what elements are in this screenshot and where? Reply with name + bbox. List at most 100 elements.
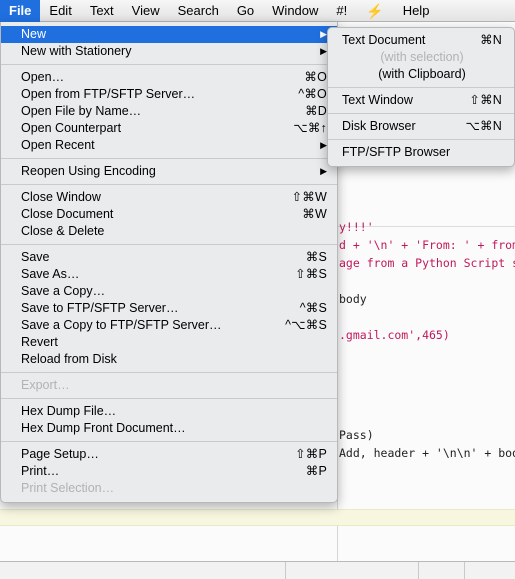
menu-item-shortcut: ⇧⌘N xyxy=(469,93,502,107)
code-line: age from a Python Script s xyxy=(339,256,515,270)
status-cell-encoding[interactable] xyxy=(286,562,419,579)
menu-item-label: New with Stationery xyxy=(21,44,132,58)
menu-item-label: Export… xyxy=(21,378,70,392)
menu-item-label: Close Document xyxy=(21,207,114,221)
menu-item-label: Hex Dump File… xyxy=(21,404,117,418)
menu-item-page-setup[interactable]: Page Setup… ⇧⌘P xyxy=(1,446,337,463)
menu-item-revert[interactable]: Revert xyxy=(1,334,337,351)
menu-separator xyxy=(1,158,337,159)
menu-item-open-counterpart[interactable]: Open Counterpart ⌥⌘↑ xyxy=(1,120,337,137)
menu-separator xyxy=(328,87,514,88)
menu-item-label: Open… xyxy=(21,70,65,84)
menu-item-shortcut: ^⌥⌘S xyxy=(285,318,327,332)
menu-item-label: New xyxy=(21,27,47,41)
menu-item-text-window[interactable]: Text Window ⇧⌘N xyxy=(328,92,514,109)
menu-item-save-as[interactable]: Save As… ⇧⌘S xyxy=(1,266,337,283)
menu-item-text-document[interactable]: Text Document ⌘N xyxy=(328,32,514,49)
menu-item-label: Reload from Disk xyxy=(21,352,117,366)
menu-separator xyxy=(1,398,337,399)
menu-item-hex-dump-file[interactable]: Hex Dump File… xyxy=(1,403,337,420)
menubar-item-go[interactable]: Go xyxy=(228,0,263,22)
menu-separator xyxy=(1,372,337,373)
menu-item-disk-browser[interactable]: Disk Browser ⌥⌘N xyxy=(328,118,514,135)
menubar-item-help[interactable]: Help xyxy=(394,0,439,22)
menu-item-close-delete[interactable]: Close & Delete xyxy=(1,223,337,240)
menu-item-reopen-using-encoding[interactable]: Reopen Using Encoding ▶ xyxy=(1,163,337,180)
menu-item-label: Close & Delete xyxy=(21,224,105,238)
menu-item-save[interactable]: Save ⌘S xyxy=(1,249,337,266)
menu-item-new-with-stationery[interactable]: New with Stationery ▶ xyxy=(1,43,337,60)
menu-item-label: Save xyxy=(21,250,50,264)
file-menu-dropdown[interactable]: New ▶ New with Stationery ▶ Open… ⌘O Open from… xyxy=(0,22,338,503)
menu-item-label: Open File by Name… xyxy=(21,104,142,118)
menu-item-with-clipboard[interactable]: (with Clipboard) xyxy=(328,66,514,83)
menu-separator xyxy=(328,113,514,114)
menu-item-label: Close Window xyxy=(21,190,101,204)
menu-item-print[interactable]: Print… ⌘P xyxy=(1,463,337,480)
status-cell-options[interactable] xyxy=(465,562,490,579)
menu-item-save-to-ftp-sftp-server[interactable]: Save to FTP/SFTP Server… ^⌘S xyxy=(1,300,337,317)
menu-item-shortcut: ⌘O xyxy=(304,70,327,84)
menu-item-close-window[interactable]: Close Window ⇧⌘W xyxy=(1,189,337,206)
menubar-item-view[interactable]: View xyxy=(123,0,169,22)
menu-item-label: Print… xyxy=(21,464,60,478)
menu-item-print-selection: Print Selection… xyxy=(1,480,337,497)
menubar-item--[interactable]: #! xyxy=(327,0,356,22)
code-line: Pass) xyxy=(339,428,374,442)
menubar-item-text[interactable]: Text xyxy=(81,0,123,22)
code-line: Add, header + '\n\n' + bod xyxy=(339,446,515,460)
new-submenu-dropdown[interactable]: Text Document ⌘N (with selection) (with Cli… xyxy=(327,27,515,167)
app-window: y!!!' d + '\n' + 'From: ' + from age from … xyxy=(0,0,515,579)
code-line: body xyxy=(339,292,367,306)
menu-item-label: Reopen Using Encoding xyxy=(21,164,156,178)
menu-item-save-a-copy-to-ftp-sftp-server[interactable]: Save a Copy to FTP/SFTP Server… ^⌥⌘S xyxy=(1,317,337,334)
submenu-arrow-icon: ▶ xyxy=(320,46,327,56)
menu-item-hex-dump-front-document[interactable]: Hex Dump Front Document… xyxy=(1,420,337,437)
menu-item-with-selection: (with selection) xyxy=(328,49,514,66)
menu-item-shortcut: ⌥⌘N xyxy=(465,119,502,133)
menu-item-shortcut: ⌘P xyxy=(305,464,327,478)
menu-item-label: (with selection) xyxy=(380,50,464,64)
menu-item-label: Hex Dump Front Document… xyxy=(21,421,186,435)
menu-item-label: Page Setup… xyxy=(21,447,99,461)
menu-item-shortcut: ^⌘S xyxy=(299,301,327,315)
menu-item-ftp-sftp-browser[interactable]: FTP/SFTP Browser xyxy=(328,144,514,161)
menu-item-shortcut: ⌘N xyxy=(480,33,502,47)
menu-item-label: Disk Browser xyxy=(342,119,416,133)
menu-item-label: Open Counterpart xyxy=(21,121,122,135)
menu-item-new[interactable]: New ▶ xyxy=(1,26,337,43)
code-line: d + '\n' + 'From: ' + from xyxy=(339,238,515,252)
menu-item-save-a-copy[interactable]: Save a Copy… xyxy=(1,283,337,300)
menu-separator xyxy=(1,244,337,245)
menu-bar[interactable]: File Edit Text View Search Go Window #! ⚡ Help xyxy=(0,0,515,22)
menu-item-label: Print Selection… xyxy=(21,481,115,495)
menu-item-open-from-ftp-sftp-server[interactable]: Open from FTP/SFTP Server… ^⌘O xyxy=(1,86,337,103)
menu-item-label: Save a Copy to FTP/SFTP Server… xyxy=(21,318,222,332)
menu-item-shortcut: ^⌘O xyxy=(298,87,327,101)
menu-separator xyxy=(328,139,514,140)
menu-item-label: FTP/SFTP Browser xyxy=(342,145,451,159)
status-cell-position[interactable] xyxy=(419,562,465,579)
menu-item-label: Save to FTP/SFTP Server… xyxy=(21,301,179,315)
lightning-bolt-icon[interactable]: ⚡ xyxy=(356,0,393,22)
menu-item-reload-from-disk[interactable]: Reload from Disk xyxy=(1,351,337,368)
menu-item-open-recent[interactable]: Open Recent ▶ xyxy=(1,137,337,154)
code-line: y!!!' xyxy=(339,220,374,234)
status-bar[interactable] xyxy=(0,561,515,579)
menu-item-close-document[interactable]: Close Document ⌘W xyxy=(1,206,337,223)
code-line: .gmail.com',465) xyxy=(339,328,450,342)
menu-item-open[interactable]: Open… ⌘O xyxy=(1,69,337,86)
status-cell-path[interactable] xyxy=(0,562,286,579)
menu-item-label: Save a Copy… xyxy=(21,284,106,298)
menubar-item-edit[interactable]: Edit xyxy=(40,0,80,22)
menubar-item-search[interactable]: Search xyxy=(169,0,228,22)
menubar-item-window[interactable]: Window xyxy=(263,0,327,22)
menu-item-shortcut: ⌘D xyxy=(305,104,327,118)
menu-item-open-file-by-name[interactable]: Open File by Name… ⌘D xyxy=(1,103,337,120)
menubar-item-file[interactable]: File xyxy=(0,0,41,22)
menu-item-shortcut: ⌘W xyxy=(302,207,327,221)
menu-item-shortcut: ⌥⌘↑ xyxy=(293,121,327,135)
menu-item-shortcut: ⇧⌘S xyxy=(295,267,327,281)
menu-separator xyxy=(1,184,337,185)
menu-item-label: Open from FTP/SFTP Server… xyxy=(21,87,196,101)
